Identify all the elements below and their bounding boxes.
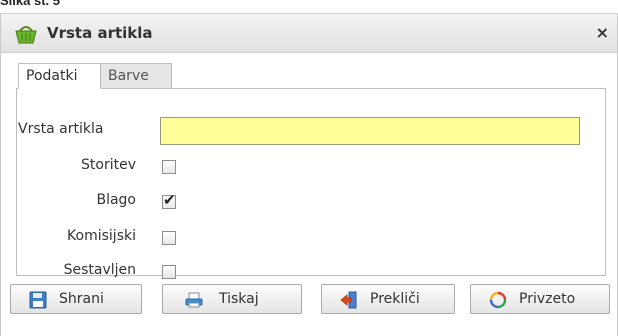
dialog-titlebar[interactable]: Vrsta artikla × <box>1 13 617 53</box>
cancel-button[interactable]: Prekliči <box>321 284 455 314</box>
defaults-button[interactable]: Privzeto <box>470 284 610 314</box>
checkmark-icon: ✔ <box>163 191 176 209</box>
tab-barve[interactable]: Barve <box>100 63 172 89</box>
close-button[interactable]: × <box>596 23 609 43</box>
tab-podatki[interactable]: Podatki <box>18 63 101 89</box>
komisijski-label: Komisijski <box>67 228 136 244</box>
print-button[interactable]: Tiskaj <box>162 284 302 314</box>
storitev-label: Storitev <box>81 157 136 173</box>
figure-caption: Slika št. 5 <box>0 0 60 8</box>
save-button[interactable]: Shrani <box>10 284 142 314</box>
blago-checkbox[interactable]: ✔ <box>162 191 176 209</box>
refresh-icon <box>489 291 507 309</box>
printer-icon <box>185 292 203 308</box>
cancel-label: Prekliči <box>370 291 420 307</box>
dialog-title: Vrsta artikla <box>47 24 153 42</box>
basket-icon <box>15 26 37 44</box>
name-input[interactable] <box>160 117 580 145</box>
print-label: Tiskaj <box>219 291 259 307</box>
storitev-checkbox[interactable] <box>162 160 176 174</box>
floppy-disk-icon <box>29 291 47 309</box>
blago-label: Blago <box>96 192 136 208</box>
defaults-label: Privzeto <box>519 291 576 307</box>
sestavljen-label: Sestavljen <box>63 262 136 278</box>
exit-arrow-icon <box>340 291 357 309</box>
sestavljen-checkbox[interactable] <box>162 265 176 279</box>
save-label: Shrani <box>59 291 104 307</box>
komisijski-checkbox[interactable] <box>162 231 176 245</box>
name-label: Vrsta artikla <box>18 121 104 137</box>
